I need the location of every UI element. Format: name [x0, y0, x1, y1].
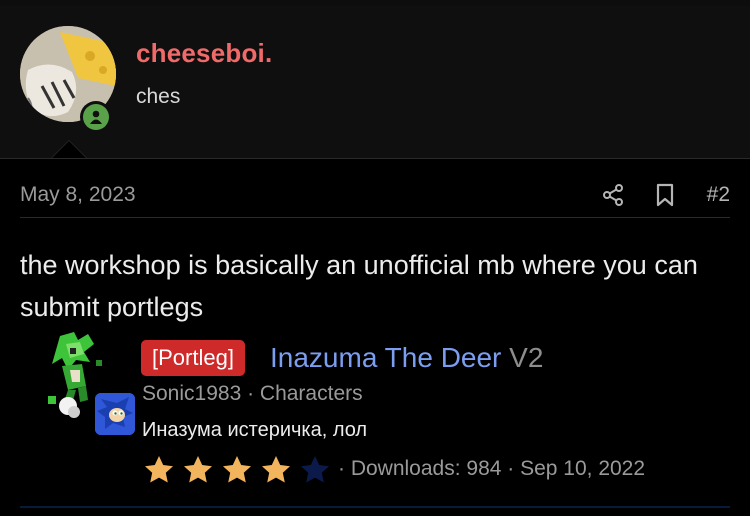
bookmark-button[interactable] [653, 181, 677, 209]
star-filled-icon [223, 456, 251, 483]
mod-author-category[interactable]: Sonic1983 · Characters [142, 382, 363, 406]
user-header: cheeseboi. ches [0, 6, 750, 159]
mod-embed[interactable]: [Portleg] Inazuma The Deer V2 Sonic1983 … [40, 330, 730, 500]
post-date[interactable]: May 8, 2023 [20, 183, 136, 207]
post-actions: #2 [599, 181, 730, 209]
star-empty-icon [301, 456, 329, 483]
mod-downloads-date: · Downloads: 984 · Sep 10, 2022 [338, 457, 646, 480]
bookmark-icon [656, 183, 673, 207]
author-avatar-image [95, 393, 135, 435]
mod-tag[interactable]: [Portleg] [141, 340, 245, 376]
mod-version: V2 [509, 342, 544, 373]
star-filled-icon [262, 456, 290, 483]
author-avatar[interactable] [95, 393, 135, 435]
mod-title[interactable]: Inazuma The Deer V2 [270, 342, 543, 374]
user-title: ches [136, 85, 181, 108]
post-number-link[interactable]: #2 [707, 183, 730, 207]
star-filled-icon [145, 456, 173, 483]
star-filled-icon [184, 456, 212, 483]
username[interactable]: cheeseboi. [136, 38, 272, 69]
mod-title-text[interactable]: Inazuma The Deer [270, 342, 501, 373]
post-body: the workshop is basically an unofficial … [20, 250, 698, 322]
bottom-divider [20, 506, 730, 508]
share-icon [602, 184, 623, 206]
mod-description: Иназума истеричка, лол [142, 419, 368, 441]
header-pointer [52, 141, 86, 158]
share-button[interactable] [599, 181, 627, 209]
rating-stars [142, 454, 332, 484]
divider [20, 217, 730, 218]
online-status-icon [80, 101, 112, 133]
